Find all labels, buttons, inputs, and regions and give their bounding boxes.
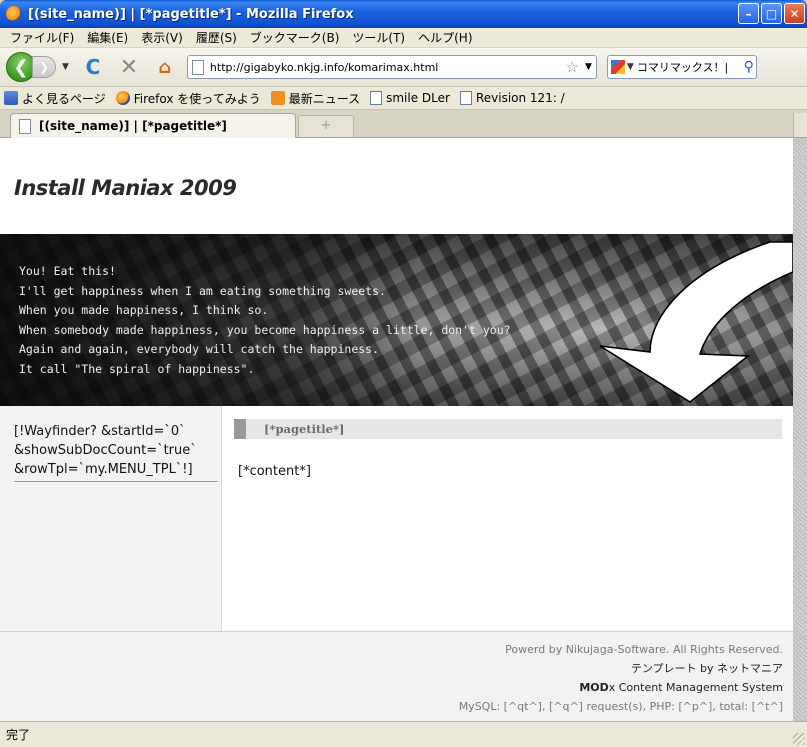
tab-bar: [(site_name)] | [*pagetitle*] + <box>0 110 807 138</box>
status-bar: 完了 <box>0 721 807 747</box>
footer-template-credit: テンプレート by ネットマニア <box>630 662 783 675</box>
maximize-button[interactable]: □ <box>761 3 782 24</box>
page-icon <box>19 118 31 134</box>
bookmark-label: Firefox を使ってみよう <box>133 91 261 106</box>
bookmark-label: Revision 121: / <box>475 91 565 105</box>
menu-bookmarks[interactable]: ブックマーク(B) <box>246 29 349 46</box>
star-icon[interactable]: ☆ <box>566 58 579 76</box>
vertical-scrollbar[interactable] <box>793 138 807 721</box>
window-controls: – □ ✕ <box>738 3 805 24</box>
search-bar[interactable]: ▼ コマリマックス！| ⚲ <box>606 55 757 79</box>
site-title[interactable]: Install Maniax 2009 <box>14 176 237 200</box>
menu-file[interactable]: ファイル(F) <box>6 29 83 46</box>
page-title-bar: [*pagetitle*] <box>234 419 782 439</box>
bookmark-latest-news[interactable]: 最新ニュース <box>270 90 361 107</box>
main-column: [*pagetitle*] [*content*] <box>222 406 793 631</box>
sidebar: [!Wayfinder? &startId=`0` &showSubDocCou… <box>0 406 222 631</box>
bookmark-getting-started[interactable]: Firefox を使ってみよう <box>115 90 261 107</box>
bookmark-label: よく見るページ <box>22 91 106 106</box>
header-banner: You! Eat this! I'll get happiness when I … <box>0 234 793 406</box>
rss-icon <box>270 91 285 105</box>
tab-title: [(site_name)] | [*pagetitle*] <box>39 119 227 133</box>
search-input[interactable]: コマリマックス！| <box>637 59 728 75</box>
status-text: 完了 <box>6 728 31 742</box>
menu-edit[interactable]: 編集(E) <box>83 29 137 46</box>
most-visited-icon <box>4 91 18 105</box>
tab-current[interactable]: [(site_name)] | [*pagetitle*] <box>10 113 296 138</box>
stop-icon[interactable]: ✕ <box>117 55 141 80</box>
page-content: Install Maniax 2009 You! Eat this! I'll g… <box>0 138 793 721</box>
firefox-icon <box>115 91 130 105</box>
footer-text: Powerd by Nikujaga-Software. All Rights … <box>459 640 783 716</box>
wayfinder-snippet: [!Wayfinder? &startId=`0` &showSubDocCou… <box>14 422 218 482</box>
page-icon <box>370 91 383 105</box>
bookmark-smile-dler[interactable]: smile DLer <box>370 91 450 105</box>
site-footer: Powerd by Nikujaga-Software. All Rights … <box>0 631 793 721</box>
bookmarks-toolbar: よく見るページ Firefox を使ってみよう 最新ニュース smile DLe… <box>0 86 807 110</box>
close-button[interactable]: ✕ <box>784 3 805 24</box>
minimize-button[interactable]: – <box>738 3 759 24</box>
bookmark-label: smile DLer <box>386 91 450 105</box>
new-tab-button[interactable]: + <box>298 115 354 137</box>
home-icon[interactable]: ⌂ <box>153 57 177 78</box>
firefox-icon <box>6 6 22 22</box>
bookmark-most-visited[interactable]: よく見るページ <box>4 90 106 107</box>
title-marker <box>234 419 246 439</box>
menu-help[interactable]: ヘルプ(H) <box>414 29 481 46</box>
url-input[interactable]: http://gigabyko.nkjg.info/komarimax.html <box>210 61 566 74</box>
window-titlebar[interactable]: [(site_name)] | [*pagetitle*] - Mozilla … <box>0 0 807 28</box>
page-icon <box>459 91 472 105</box>
footer-cms: MODx Content Management System <box>459 678 783 697</box>
bookmark-label: 最新ニュース <box>288 91 361 106</box>
menu-bar: ファイル(F) 編集(E) 表示(V) 履歴(S) ブックマーク(B) ツール(… <box>0 28 807 48</box>
footer-cms-rest: x Content Management System <box>608 681 783 694</box>
footer-cms-bold: MOD <box>579 681 609 694</box>
page-body: [!Wayfinder? &startId=`0` &showSubDocCou… <box>0 406 793 631</box>
search-engine-icon[interactable] <box>610 60 625 74</box>
menu-history[interactable]: 履歴(S) <box>192 29 246 46</box>
menu-tools[interactable]: ツール(T) <box>348 29 414 46</box>
engine-dropdown-icon[interactable]: ▼ <box>627 62 634 72</box>
page-icon <box>191 59 204 75</box>
page-title: [*pagetitle*] <box>264 422 345 436</box>
tab-scroll-button[interactable] <box>793 113 807 137</box>
history-dropdown-icon[interactable]: ▼ <box>62 62 69 72</box>
url-bar[interactable]: http://gigabyko.nkjg.info/komarimax.html… <box>186 55 597 79</box>
bookmark-revision[interactable]: Revision 121: / <box>459 91 565 105</box>
navigation-toolbar: ❮ ❯ ▼ C ✕ ⌂ http://gigabyko.nkjg.info/ko… <box>0 48 807 86</box>
forward-icon[interactable]: ❯ <box>32 56 56 78</box>
footer-stats: MySQL: [^qt^], [^q^] request(s), PHP: [^… <box>458 700 783 713</box>
footer-copyright: Powerd by Nikujaga-Software. All Rights … <box>505 643 783 656</box>
resize-grip-icon[interactable] <box>793 733 805 745</box>
site-header: Install Maniax 2009 <box>0 138 793 234</box>
search-icon[interactable]: ⚲ <box>744 59 754 75</box>
window-title: [(site_name)] | [*pagetitle*] - Mozilla … <box>28 6 354 22</box>
url-dropdown-icon[interactable]: ▼ <box>585 62 592 72</box>
curved-arrow-icon <box>599 241 793 403</box>
menu-view[interactable]: 表示(V) <box>137 29 192 46</box>
reload-icon[interactable]: C <box>81 55 105 79</box>
content-placeholder: [*content*] <box>238 464 311 479</box>
